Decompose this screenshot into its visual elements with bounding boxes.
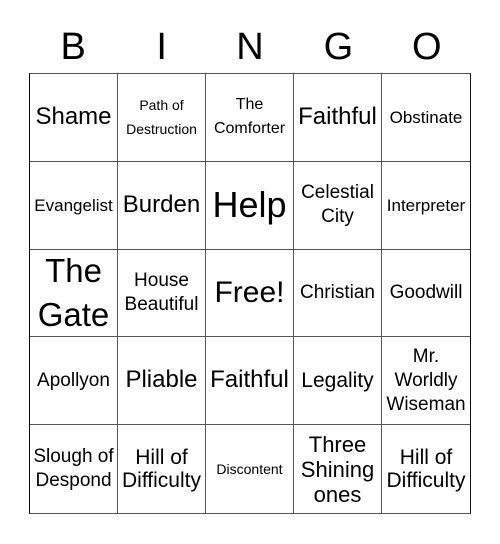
bingo-cell[interactable]: Celestial City bbox=[294, 161, 382, 250]
bingo-cell[interactable]: Apollyon bbox=[30, 337, 118, 426]
bingo-header: B I N G O bbox=[29, 22, 471, 72]
bingo-cell[interactable]: Hill of Difficulty bbox=[382, 425, 470, 513]
header-letter-o: O bbox=[412, 26, 442, 68]
header-letter-g: G bbox=[323, 26, 354, 68]
bingo-cell[interactable]: Discontent bbox=[206, 425, 294, 513]
bingo-cell[interactable]: Interpreter bbox=[382, 162, 470, 250]
bingo-cell[interactable]: Evangelist bbox=[30, 161, 118, 250]
bingo-grid: Shame Path of Destruction The Comforter … bbox=[29, 73, 471, 514]
bingo-cell[interactable]: The Comforter bbox=[206, 74, 294, 162]
bingo-cell[interactable]: Faithful bbox=[294, 74, 382, 162]
bingo-cell[interactable]: Obstinate bbox=[382, 74, 470, 162]
bingo-cell[interactable]: House Beautiful bbox=[118, 249, 206, 338]
bingo-cell[interactable]: Path of Destruction bbox=[118, 74, 206, 162]
bingo-cell[interactable]: Mr. Worldly Wiseman bbox=[382, 337, 470, 426]
bingo-cell[interactable]: Three Shining ones bbox=[294, 425, 382, 513]
bingo-cell[interactable]: Shame bbox=[30, 74, 118, 162]
header-letter-i: I bbox=[156, 26, 167, 68]
bingo-cell[interactable]: Slough of Despond bbox=[30, 425, 118, 513]
header-letter-b: B bbox=[60, 26, 86, 68]
bingo-cell[interactable]: The Gate bbox=[30, 249, 118, 338]
bingo-cell[interactable]: Pliable bbox=[118, 337, 206, 426]
bingo-cell[interactable]: Burden bbox=[118, 161, 206, 250]
free-space-cell[interactable]: Free! bbox=[206, 249, 294, 338]
bingo-cell[interactable]: Faithful bbox=[206, 337, 294, 426]
bingo-cell[interactable]: Goodwill bbox=[382, 250, 470, 338]
bingo-cell[interactable]: Help bbox=[206, 161, 294, 250]
header-letter-n: N bbox=[236, 26, 264, 68]
bingo-cell[interactable]: Legality bbox=[294, 337, 382, 426]
bingo-cell[interactable]: Christian bbox=[294, 249, 382, 338]
bingo-cell[interactable]: Hill of Difficulty bbox=[118, 425, 206, 513]
